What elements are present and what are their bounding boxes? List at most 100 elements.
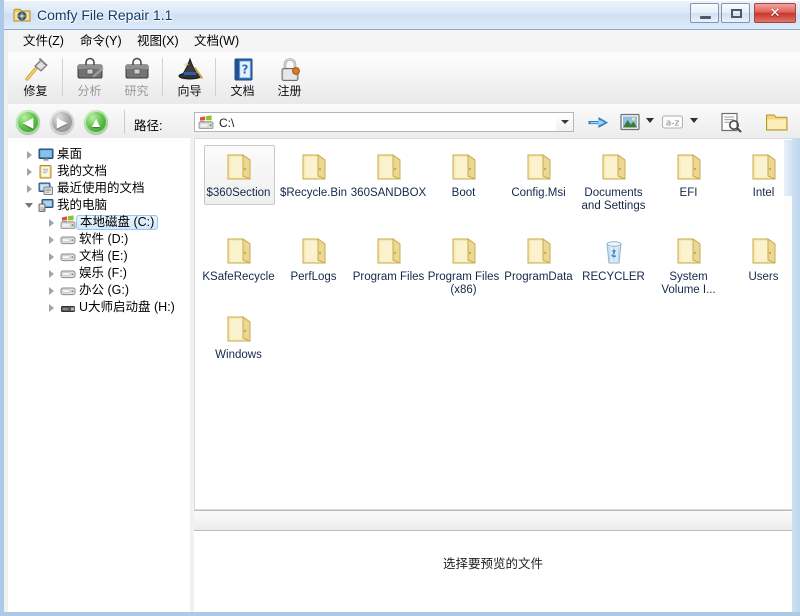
maximize-button[interactable] bbox=[721, 3, 750, 23]
file-label: ProgramData bbox=[504, 271, 573, 283]
menu-command[interactable]: 命令(Y) bbox=[73, 32, 129, 50]
toolbar-label-analyze: 分析 bbox=[77, 84, 102, 98]
file-label: Intel bbox=[752, 187, 775, 199]
navigation-bar: ◀ ▶ ▲ 路径: C:\ a-z bbox=[8, 104, 800, 139]
chevron-right-icon[interactable] bbox=[24, 166, 35, 177]
computer-icon bbox=[38, 198, 54, 213]
documents-icon bbox=[38, 164, 54, 179]
file-label: $Recycle.Bin bbox=[279, 187, 348, 199]
folder-icon bbox=[371, 149, 407, 185]
open-folder-icon bbox=[766, 114, 788, 131]
scrollbar-thumb[interactable] bbox=[784, 140, 792, 196]
toolbar-button-wizard[interactable]: 向导 bbox=[166, 54, 213, 101]
toolbar-label-research: 研究 bbox=[124, 84, 149, 98]
up-button[interactable]: ▲ bbox=[84, 110, 108, 134]
file-label: System Volume I... bbox=[661, 271, 716, 296]
folder-icon bbox=[221, 149, 257, 185]
preview-toggle-button[interactable] bbox=[718, 110, 744, 134]
usb-drive-icon bbox=[60, 300, 76, 315]
folder-icon bbox=[746, 149, 782, 185]
folder-icon bbox=[521, 233, 557, 269]
windows-drive-icon bbox=[198, 115, 214, 130]
open-folder-button[interactable] bbox=[764, 110, 790, 134]
file-label: RECYCLER bbox=[582, 271, 645, 283]
tree-label-recent-documents: 最近使用的文档 bbox=[57, 181, 145, 195]
hammer-icon bbox=[12, 56, 59, 84]
toolbar-button-document[interactable]: ? 文档 bbox=[219, 54, 266, 101]
file-label: PerfLogs bbox=[290, 271, 337, 283]
file-label: Windows bbox=[215, 349, 262, 361]
chevron-right-icon[interactable] bbox=[24, 183, 35, 194]
recycle-bin-icon bbox=[596, 233, 632, 269]
chevron-right-icon[interactable] bbox=[46, 251, 57, 262]
window-title: Comfy File Repair 1.1 bbox=[37, 7, 173, 23]
menu-document[interactable]: 文档(W) bbox=[187, 32, 246, 50]
view-mode-dropdown[interactable] bbox=[646, 118, 655, 125]
toolbar-label-repair: 修复 bbox=[23, 84, 48, 98]
sort-dropdown[interactable] bbox=[690, 118, 699, 125]
chevron-right-icon[interactable] bbox=[46, 234, 57, 245]
sort-button[interactable]: a-z bbox=[660, 110, 684, 134]
toolbar-button-repair[interactable]: 修复 bbox=[12, 54, 59, 101]
folder-icon bbox=[221, 233, 257, 269]
go-button[interactable] bbox=[586, 110, 610, 134]
forward-arrow-icon: ▶ bbox=[56, 114, 68, 130]
file-label: 360SANDBOX bbox=[350, 187, 427, 199]
application-window: Comfy File Repair 1.1 ✕ 文件(Z) 命令(Y) 视图(X… bbox=[0, 0, 800, 616]
chevron-right-icon[interactable] bbox=[24, 149, 35, 160]
file-label: Program Files (x86) bbox=[427, 271, 500, 296]
tree-label-drive-g: 办公 (G:) bbox=[79, 283, 129, 297]
folder-icon bbox=[446, 149, 482, 185]
preview-pane: 选择要预览的文件 bbox=[194, 531, 792, 612]
file-label: Config.Msi bbox=[511, 187, 566, 199]
chevron-right-icon[interactable] bbox=[46, 285, 57, 296]
chevron-right-icon[interactable] bbox=[46, 217, 57, 228]
path-label: 路径: bbox=[134, 119, 163, 133]
path-input[interactable]: C:\ bbox=[194, 112, 574, 132]
path-dropdown-button[interactable] bbox=[556, 112, 574, 132]
file-list[interactable]: $360Section $Recycle.Bin 360SANDBOX Boot bbox=[194, 138, 792, 510]
forward-button[interactable]: ▶ bbox=[50, 110, 74, 134]
tree-label-drive-e: 文档 (E:) bbox=[79, 249, 128, 263]
minimize-button[interactable] bbox=[690, 3, 719, 23]
close-button[interactable]: ✕ bbox=[754, 3, 796, 23]
tree-label-drive-f: 娱乐 (F:) bbox=[79, 266, 127, 280]
drive-icon bbox=[60, 249, 76, 264]
back-button[interactable]: ◀ bbox=[16, 110, 40, 134]
toolbar-button-research[interactable]: 研究 bbox=[113, 54, 160, 101]
menu-view[interactable]: 视图(X) bbox=[130, 32, 186, 50]
blue-book-help-icon: ? bbox=[219, 56, 266, 84]
folder-icon bbox=[521, 149, 557, 185]
nav-separator bbox=[124, 110, 125, 134]
windows-drive-icon bbox=[60, 215, 76, 230]
toolbar-button-analyze[interactable]: 分析 bbox=[66, 54, 113, 101]
svg-text:a-z: a-z bbox=[666, 119, 680, 129]
folder-icon bbox=[746, 233, 782, 269]
chevron-right-icon[interactable] bbox=[46, 302, 57, 313]
tree-label-my-computer: 我的电脑 bbox=[57, 198, 108, 212]
svg-text:?: ? bbox=[241, 63, 248, 77]
toolbox-icon bbox=[113, 56, 160, 84]
up-arrow-icon: ▲ bbox=[89, 114, 103, 130]
menu-file[interactable]: 文件(Z) bbox=[16, 32, 71, 50]
folder-gear-icon bbox=[13, 6, 31, 23]
back-arrow-icon: ◀ bbox=[22, 114, 34, 130]
file-label: Users bbox=[748, 271, 779, 283]
close-icon: ✕ bbox=[769, 5, 781, 20]
toolbox-wrench-icon bbox=[66, 56, 113, 84]
toolbar-button-register[interactable]: 注册 bbox=[266, 54, 313, 101]
chevron-down-icon[interactable] bbox=[24, 200, 35, 211]
minimize-icon bbox=[691, 4, 718, 22]
horizontal-splitter[interactable] bbox=[194, 510, 792, 531]
folder-icon bbox=[296, 149, 332, 185]
folder-tree[interactable]: 桌面 我的文档 最近使用的文档 我的电脑 本地磁盘 (C:) 软件 (D:) 文… bbox=[8, 138, 190, 612]
title-bar: Comfy File Repair 1.1 ✕ bbox=[4, 0, 800, 30]
drive-icon bbox=[60, 232, 76, 247]
drive-icon bbox=[60, 266, 76, 281]
file-list-scrollbar[interactable] bbox=[784, 139, 792, 509]
view-mode-button[interactable] bbox=[618, 110, 642, 134]
toolbar-separator-1 bbox=[62, 58, 63, 96]
toolbar-label-wizard: 向导 bbox=[177, 84, 202, 98]
chevron-right-icon[interactable] bbox=[46, 268, 57, 279]
file-label: Documents and Settings bbox=[581, 187, 646, 212]
